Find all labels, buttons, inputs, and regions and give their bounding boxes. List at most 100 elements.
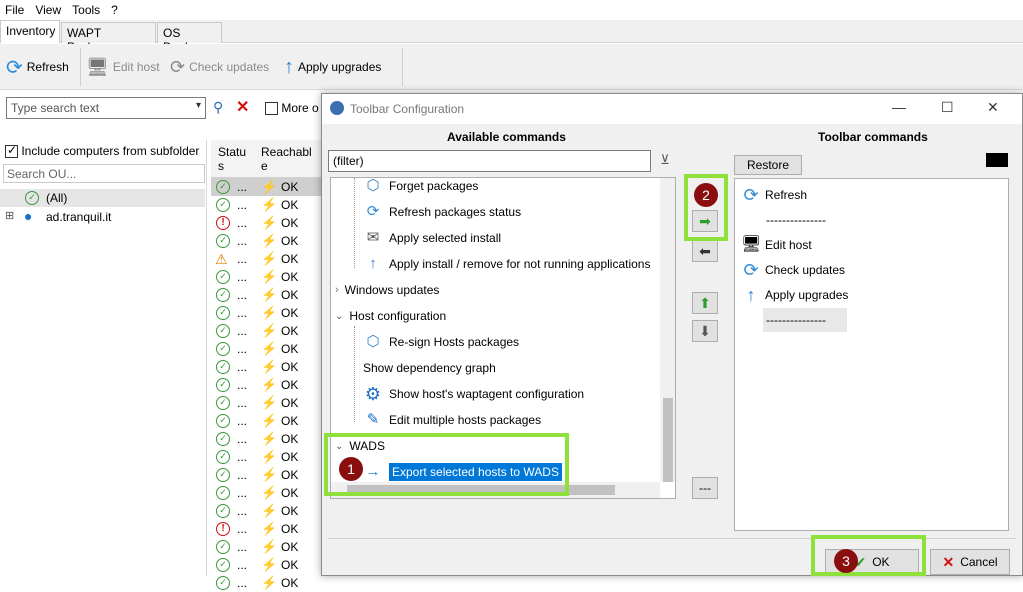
table-row[interactable]: ✓... ⚡ OK — [211, 556, 321, 574]
refresh-button[interactable]: ⟳ Refresh — [6, 54, 69, 80]
color-swatch[interactable] — [986, 153, 1008, 167]
maximize-icon[interactable]: ☐ — [941, 99, 954, 116]
include-subfolder-checkbox[interactable]: Include computers from subfolder — [5, 143, 199, 159]
toolbar-item-refresh[interactable]: ⟳ Refresh — [741, 183, 807, 207]
vertical-scrollbar[interactable] — [660, 178, 675, 482]
minimize-icon[interactable]: — — [892, 99, 906, 115]
status-text: ... — [237, 414, 248, 428]
status-text: ... — [237, 468, 248, 482]
table-row[interactable]: ✓... ⚡ OK — [211, 268, 321, 286]
tab-inventory[interactable]: Inventory — [0, 20, 60, 43]
remove-from-toolbar-button[interactable]: ⬅ — [692, 240, 718, 262]
tree-item-all[interactable]: ✓ (All) — [0, 189, 205, 207]
plug-icon: ⚡ — [261, 341, 278, 356]
cancel-button[interactable]: ✕ Cancel — [930, 549, 1010, 575]
clear-filter-icon[interactable]: ⊻ — [654, 152, 676, 170]
scrollbar-thumb[interactable] — [663, 398, 673, 482]
plug-icon: ⚡ — [261, 485, 278, 500]
toolbar-item-edit-host[interactable]: 🖥 Edit host — [741, 233, 812, 257]
plug-icon: ⚡ — [261, 377, 278, 392]
tree-item-apply-install[interactable]: ✉ Apply selected install — [363, 226, 501, 250]
dialog-titlebar: Toolbar Configuration — ☐ ✕ — [322, 94, 1022, 124]
tree-item-apply-not-running[interactable]: ↑ Apply install / remove for not running … — [363, 252, 650, 276]
status-text: ... — [237, 198, 248, 212]
restore-button[interactable]: Restore — [734, 155, 802, 175]
tree-item-edit-multiple[interactable]: ✎ Edit multiple hosts packages — [363, 408, 541, 432]
tree-group-host-configuration[interactable]: ⌄ Host configuration — [335, 304, 446, 328]
tree-item-refresh-status[interactable]: ⟳ Refresh packages status — [363, 200, 521, 224]
toolbar-item-apply-upgrades[interactable]: ↑ Apply upgrades — [741, 283, 849, 307]
table-row[interactable]: ✓... ⚡ OK — [211, 394, 321, 412]
move-up-button[interactable]: ⬆ — [692, 292, 718, 314]
tab-wapt-packages[interactable]: WAPT Packages — [61, 22, 156, 54]
plug-icon: ⚡ — [261, 503, 278, 518]
toolbar-item-separator[interactable]: --------------- — [766, 208, 826, 232]
clear-search-icon[interactable]: ✕ — [236, 97, 249, 117]
move-down-button[interactable]: ⬇ — [692, 320, 718, 342]
chevron-down-icon[interactable]: ⌄ — [335, 311, 343, 322]
chevron-right-icon[interactable]: › — [335, 284, 339, 296]
tab-os-deploy[interactable]: OS Deploy — [157, 22, 222, 54]
table-row[interactable]: ✓... ⚡ OK — [211, 466, 321, 484]
filter-input[interactable]: (filter) — [328, 150, 651, 172]
table-row[interactable]: ⚠... ⚡ OK — [211, 250, 321, 268]
table-row[interactable]: ✓... ⚡ OK — [211, 358, 321, 376]
table-row[interactable]: !... ⚡ OK — [211, 214, 321, 232]
table-row[interactable]: ✓... ⚡ OK — [211, 484, 321, 502]
table-row[interactable]: ✓... ⚡ OK — [211, 286, 321, 304]
column-reachable[interactable]: Reachabl e — [261, 145, 316, 173]
table-row[interactable]: ✓... ⚡ OK — [211, 340, 321, 358]
ok-status-icon: ✓ — [216, 324, 230, 338]
search-icon[interactable]: ⚲ — [213, 99, 223, 116]
reachable-text: OK — [281, 486, 299, 500]
ok-status-icon: ✓ — [216, 234, 230, 248]
ok-status-icon: ✓ — [216, 468, 230, 482]
table-row[interactable]: ✓... ⚡ OK — [211, 376, 321, 394]
apply-upgrades-button[interactable]: ↑ Apply upgrades — [284, 54, 381, 80]
search-input[interactable]: Type search text ▾ — [6, 97, 206, 119]
table-row[interactable]: ✓... ⚡ OK — [211, 178, 321, 196]
tree-group-windows-updates[interactable]: › Windows updates — [335, 278, 439, 302]
column-status[interactable]: Statu s — [218, 145, 252, 173]
chevron-down-icon[interactable]: ▾ — [196, 100, 201, 111]
table-row[interactable]: !... ⚡ OK — [211, 520, 321, 538]
ok-status-icon: ✓ — [216, 540, 230, 554]
ok-status-icon: ✓ — [216, 486, 230, 500]
ok-status-icon: ✓ — [216, 270, 230, 284]
menu-view[interactable]: View — [30, 0, 67, 17]
table-row[interactable]: ✓... ⚡ OK — [211, 574, 321, 592]
edit-host-button[interactable]: 🖥 Edit host — [86, 54, 160, 80]
reachable-text: OK — [281, 396, 299, 410]
ok-status-icon: ✓ — [216, 288, 230, 302]
table-row[interactable]: ✓... ⚡ OK — [211, 430, 321, 448]
warning-status-icon: ⚠ — [215, 251, 228, 267]
table-row[interactable]: ✓... ⚡ OK — [211, 304, 321, 322]
table-row[interactable]: ✓... ⚡ OK — [211, 196, 321, 214]
menu-tools[interactable]: Tools — [67, 0, 106, 17]
toolbar-item-separator-selected[interactable]: --------------- — [763, 308, 847, 332]
more-options-checkbox[interactable]: More o — [265, 101, 319, 116]
table-row[interactable]: ✓... ⚡ OK — [211, 502, 321, 520]
package-icon: ⬡ — [366, 177, 380, 194]
menu-help[interactable]: ? — [106, 0, 124, 17]
tree-item-resign[interactable]: ⬡ Re-sign Hosts packages — [363, 330, 519, 354]
tree-item-waptagent-config[interactable]: ⚙ Show host's waptagent configuration — [363, 382, 584, 406]
status-text: ... — [237, 360, 248, 374]
menu-file[interactable]: File — [0, 0, 30, 17]
close-icon[interactable]: ✕ — [987, 99, 999, 116]
check-updates-button[interactable]: ⟳ Check updates — [170, 54, 269, 80]
refresh-icon: ⟳ — [6, 56, 23, 79]
table-row[interactable]: ✓... ⚡ OK — [211, 232, 321, 250]
expand-icon[interactable]: ⊞ — [5, 209, 14, 222]
tree-item-forget-packages[interactable]: ⬡ Forget packages — [363, 177, 478, 198]
tree-item-domain[interactable]: ⊞ ● ad.tranquil.it — [0, 208, 205, 226]
tree-item-dependency-graph[interactable]: Show dependency graph — [363, 356, 496, 380]
toolbar-item-check-updates[interactable]: ⟳ Check updates — [741, 258, 845, 282]
table-row[interactable]: ✓... ⚡ OK — [211, 322, 321, 340]
search-ou-input[interactable]: Search OU... — [3, 164, 205, 183]
table-row[interactable]: ✓... ⚡ OK — [211, 412, 321, 430]
ok-status-icon: ✓ — [216, 504, 230, 518]
table-row[interactable]: ✓... ⚡ OK — [211, 448, 321, 466]
table-row[interactable]: ✓... ⚡ OK — [211, 538, 321, 556]
add-separator-button[interactable]: --- — [692, 477, 718, 499]
